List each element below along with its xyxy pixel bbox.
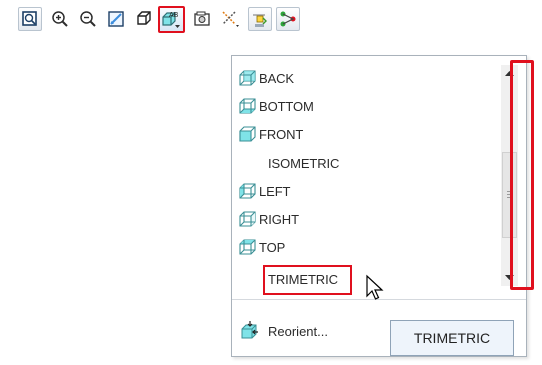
- zoom-in-icon: [52, 11, 68, 27]
- saved-orientations-button[interactable]: AB: [158, 6, 185, 33]
- datum-display-icon: [222, 11, 239, 27]
- saved-orientations-icon: AB: [162, 12, 180, 28]
- menu-item-label: FRONT: [259, 126, 304, 142]
- annotation-display-button[interactable]: [276, 7, 300, 31]
- menu-item-label: TOP: [259, 239, 286, 255]
- menu-item-label: RIGHT: [259, 211, 299, 227]
- menu-item-label: ISOMETRIC: [268, 155, 340, 171]
- tooltip-text: TRIMETRIC: [413, 330, 491, 346]
- menu-item-label: BACK: [259, 70, 295, 86]
- zoom-out-button[interactable]: [76, 7, 100, 31]
- menu-item-top[interactable]: TOP: [238, 237, 285, 257]
- cube-left-icon: [238, 181, 258, 201]
- refit-button[interactable]: [18, 7, 42, 31]
- menu-item-left[interactable]: LEFT: [238, 181, 290, 201]
- menu-item-label: BOTTOM: [259, 98, 314, 114]
- mouse-pointer-icon: [366, 274, 384, 300]
- cube-front-icon: [238, 124, 258, 144]
- cube-right-icon: [238, 209, 258, 229]
- refit-icon: [22, 11, 37, 26]
- menu-item-bottom[interactable]: BOTTOM: [238, 96, 314, 116]
- datum-display-button[interactable]: [218, 7, 242, 31]
- repaint-icon: [108, 11, 124, 27]
- scrollbar-highlight-box: [510, 60, 534, 290]
- saved-orientations-label: AB: [169, 12, 179, 19]
- spin-center-icon: [253, 14, 267, 27]
- reorient-icon: [241, 321, 258, 339]
- view-manager-icon: [194, 11, 210, 26]
- annotation-display-icon: [280, 11, 296, 27]
- menu-item-label: LEFT: [259, 183, 291, 199]
- reorient-label: Reorient...: [268, 323, 328, 339]
- zoom-out-icon: [80, 11, 96, 27]
- display-style-icon: [137, 11, 151, 25]
- cube-back-icon: [238, 68, 258, 88]
- graphics-toolbar: AB: [18, 0, 538, 36]
- cube-top-icon: [238, 237, 258, 257]
- view-manager-button[interactable]: [190, 7, 214, 31]
- trimetric-highlight-box: [263, 265, 352, 295]
- reorient-menu-item[interactable]: Reorient...: [238, 318, 328, 344]
- tooltip: TRIMETRIC: [390, 320, 514, 356]
- menu-item-isometric[interactable]: ISOMETRIC: [238, 153, 339, 173]
- repaint-button[interactable]: [104, 7, 128, 31]
- menu-item-front[interactable]: FRONT: [238, 124, 303, 144]
- saved-orientations-menu: BACK BOTTOM FRONT ISOMETRIC LEFT RIGHT T…: [231, 55, 527, 357]
- zoom-in-button[interactable]: [48, 7, 72, 31]
- cube-bottom-icon: [238, 96, 258, 116]
- display-style-button[interactable]: [132, 7, 156, 31]
- menu-item-back[interactable]: BACK: [238, 68, 294, 88]
- spin-center-button[interactable]: [248, 7, 272, 31]
- menu-item-right[interactable]: RIGHT: [238, 209, 299, 229]
